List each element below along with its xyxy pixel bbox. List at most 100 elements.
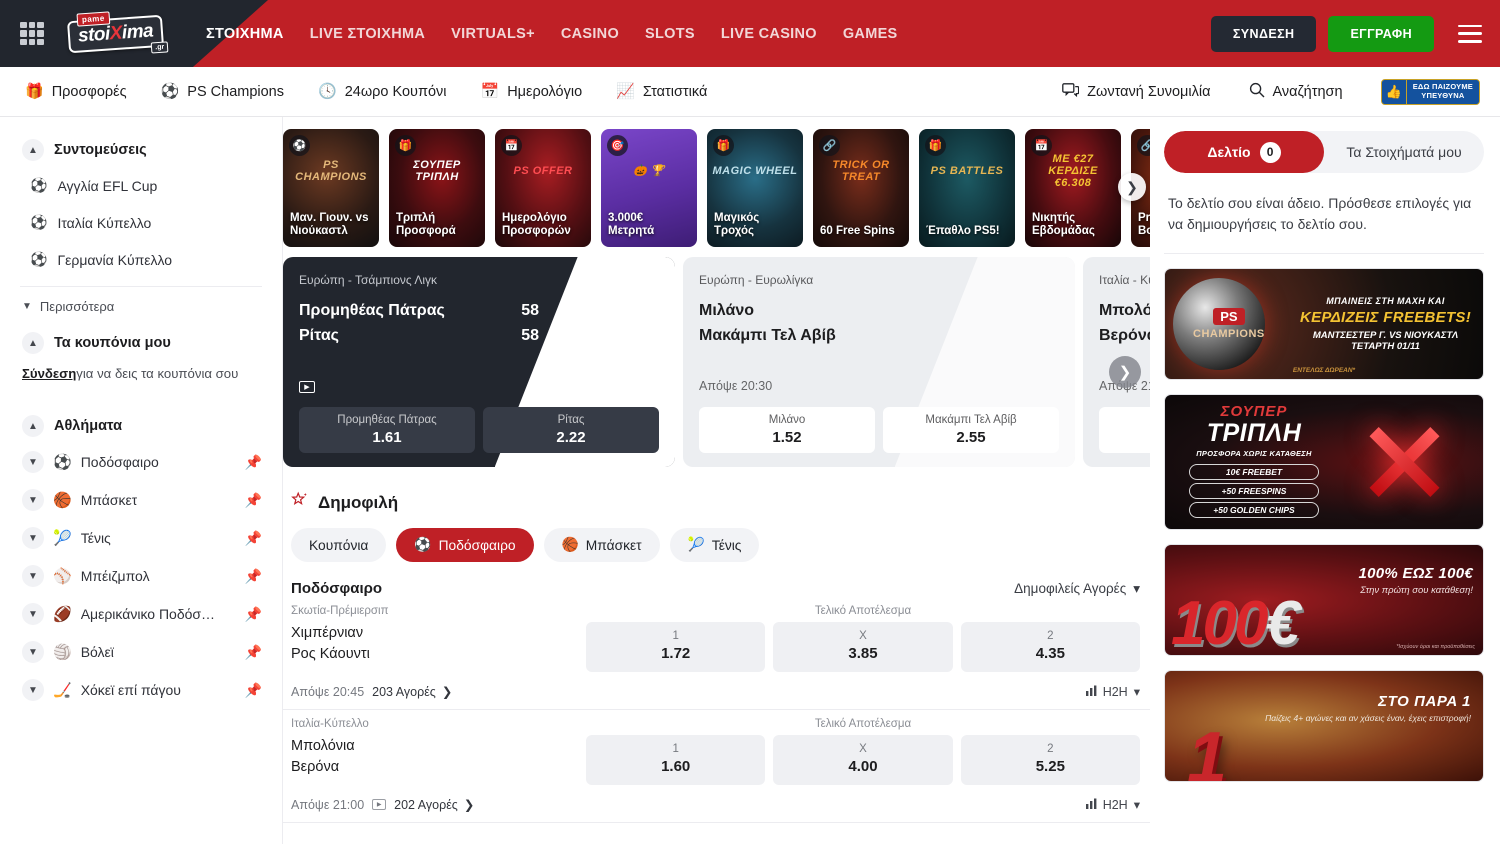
promo-tile-4[interactable]: 🎁MAGIC WHEELΜαγικός Τροχός [707,129,803,247]
card-team-row: Μιλάνο [699,299,1059,324]
banner-super-tripli[interactable]: ΣΟΥΠΕΡ ΤΡΙΠΛΗ ΠΡΟΣΦΟΡΑ ΧΩΡΙΣ ΚΑΤΑΘΕΣΗ 10… [1164,394,1484,530]
promo-tile-0[interactable]: ⚽PS CHAMPIONSΜαν. Γιουν. vs Νιούκαστλ [283,129,379,247]
popular-tab-3[interactable]: 🎾Τένις [670,528,760,562]
card-odd-button[interactable]: Μακάμπι Τελ Αβίβ2.55 [883,407,1059,453]
match-carousel-next-button[interactable]: ❯ [1109,356,1141,388]
promo-tile-3[interactable]: 🎯🎃 🏆3.000€ Μετρητά [601,129,697,247]
search-button[interactable]: Αναζήτηση [1249,82,1343,101]
welcome-bonus-amount: 100€ [1171,588,1297,656]
card-odd-button[interactable]: Ρίτας2.22 [483,407,659,453]
nav-item-4[interactable]: SLOTS [645,26,695,42]
nav-item-5[interactable]: LIVE CASINO [721,26,817,42]
coupons-section-header[interactable]: ▲ Τα κουπόνια μου [0,326,282,360]
chevron-right-icon[interactable]: ❯ [464,797,474,812]
card-odd-button[interactable]: 11.60 [1099,407,1150,453]
sidebar-sport-6[interactable]: ▼🏒Χόκεϊ επί πάγου📌 [0,671,282,709]
sidebar-sport-3[interactable]: ▼⚾Μπέιζμπολ📌 [0,557,282,595]
nav-item-2[interactable]: VIRTUALS+ [451,26,535,42]
chevron-down-icon[interactable]: ▼ [22,527,44,549]
chevron-down-icon[interactable]: ▼ [22,603,44,625]
hamburger-menu-icon[interactable] [1458,25,1482,43]
subnav-item-4[interactable]: 📈Στατιστικά [616,84,707,100]
tab-my-bets[interactable]: Τα Στοιχήματά μου [1324,131,1484,173]
markets-count[interactable]: 202 Αγορές [394,798,458,812]
nav-item-3[interactable]: CASINO [561,26,619,42]
match-teams[interactable]: Ιταλία-ΚύπελλοΜπολόνιαΒερόνα [291,718,586,778]
nav-item-0[interactable]: ΣΤΟΙΧΗΜΑ [206,26,284,42]
odd-button[interactable]: 11.72 [586,622,765,672]
markets-selector[interactable]: Δημοφιλείς Αγορές ▾ [1014,581,1140,597]
promo-tile-2[interactable]: 📅PS OFFERΗμερολόγιο Προσφορών [495,129,591,247]
subnav-item-3[interactable]: 📅Ημερολόγιο [481,84,583,100]
subnav-item-1[interactable]: ⚽PS Champions [161,84,284,100]
tv-stream-icon[interactable]: ▶ [372,799,386,810]
page-body: ▲ Συντομεύσεις ⚽Αγγλία EFL Cup⚽Ιταλία Κύ… [0,117,1500,844]
shortcuts-section-header[interactable]: ▲ Συντομεύσεις [0,133,282,167]
sports-section-header[interactable]: ▲ Αθλήματα [0,409,282,443]
signup-button[interactable]: ΕΓΓΡΑΦΗ [1328,16,1434,52]
featured-match-card-0[interactable]: Ευρώπη - Τσάμπιονς ΛιγκΠρομηθέας Πάτρας5… [283,257,675,467]
popular-tab-1[interactable]: ⚽Ποδόσφαιρο [396,528,533,562]
home-team: Χιμπέρνιαν [291,623,586,644]
h2h-button[interactable]: H2H▾ [1086,797,1140,812]
chevron-down-icon[interactable]: ▼ [22,679,44,701]
pin-icon[interactable]: 📌 [245,530,262,547]
banner-ps-champions[interactable]: PS CHAMPIONS ΜΠΑΙΝΕΙΣ ΣΤΗ ΜΑΧΗ ΚΑΙ ΚΕΡΔΙ… [1164,268,1484,380]
odd-button[interactable]: 24.35 [961,622,1140,672]
pin-icon[interactable]: 📌 [245,644,262,661]
promo-tile-1[interactable]: 🎁ΣΟΥΠΕΡ ΤΡΙΠΛΗΤριπλή Προσφορά [389,129,485,247]
chevron-right-icon[interactable]: ❯ [442,684,452,699]
sidebar-shortcut-2[interactable]: ⚽Γερμανία Κύπελλο [0,241,282,278]
odd-button[interactable]: 25.25 [961,735,1140,785]
shortcuts-more-button[interactable]: ▼ Περισσότερα [0,287,282,326]
banner-sto-para-1[interactable]: 1 ΣΤΟ ΠΑΡΑ 1 Παίζεις 4+ αγώνες και αν χά… [1164,670,1484,782]
card-odds-row: 11.60X4.00 [1099,407,1150,453]
popular-tab-0[interactable]: Κουπόνια [291,528,386,562]
match-teams[interactable]: Σκωτία-ΠρέμιερσιπΧιμπέρνιανΡος Κάουντι [291,605,586,665]
pin-icon[interactable]: 📌 [245,606,262,623]
odd-button[interactable]: X3.85 [773,622,952,672]
odd-button[interactable]: 11.60 [586,735,765,785]
tv-stream-icon[interactable]: ▶ [299,381,315,393]
banner-welcome-bonus[interactable]: 100€ 100% ΕΩΣ 100€ Στην πρώτη σου κατάθε… [1164,544,1484,656]
h2h-button[interactable]: H2H▾ [1086,684,1140,699]
pin-icon[interactable]: 📌 [245,682,262,699]
featured-match-card-1[interactable]: Ευρώπη - ΕυρωλίγκαΜιλάνοΜακάμπι Τελ Αβίβ… [683,257,1075,467]
odd-button[interactable]: X4.00 [773,735,952,785]
subnav-item-2[interactable]: 🕓24ωρο Κουπόνι [318,84,447,100]
nav-item-1[interactable]: LIVE ΣΤΟΙΧΗΜΑ [310,26,425,42]
chevron-down-icon[interactable]: ▼ [22,565,44,587]
apps-grid-icon[interactable] [20,22,44,46]
responsible-gaming-badge[interactable]: 👍 ΕΔΩ ΠΑΙΖΟΥΜΕ ΥΠΕΥΘΥΝΑ [1381,79,1480,105]
coupons-login-link[interactable]: Σύνδεση [22,366,76,381]
sidebar-sport-4[interactable]: ▼🏈Αμερικάνικο Ποδόσ…📌 [0,595,282,633]
chevron-down-icon[interactable]: ▼ [22,641,44,663]
chevron-down-icon[interactable]: ▼ [22,451,44,473]
sidebar-shortcut-1[interactable]: ⚽Ιταλία Κύπελλο [0,204,282,241]
promo-tile-7[interactable]: 📅ΜΕ €27 ΚΕΡΔΙΣΕ €6.308Νικητής Εβδομάδας [1025,129,1121,247]
promo-tile-5[interactable]: 🔗TRICK OR TREAT60 Free Spins [813,129,909,247]
login-button[interactable]: ΣΥΝΔΕΣΗ [1211,16,1317,52]
pin-icon[interactable]: 📌 [245,454,262,471]
tab-betslip[interactable]: Δελτίο 0 [1164,131,1324,173]
nav-item-6[interactable]: GAMES [843,26,898,42]
sidebar-sport-5[interactable]: ▼🏐Βόλεϊ📌 [0,633,282,671]
promo-tile-6[interactable]: 🎁PS BATTLESΈπαθλο PS5! [919,129,1015,247]
pin-icon[interactable]: 📌 [245,568,262,585]
live-chat-button[interactable]: Ζωντανή Συνομιλία [1062,83,1210,101]
promo-carousel-next-button[interactable]: ❯ [1118,173,1146,201]
sidebar-shortcut-0[interactable]: ⚽Αγγλία EFL Cup [0,167,282,204]
subnav-item-0[interactable]: 🎁Προσφορές [25,84,127,100]
markets-count[interactable]: 203 Αγορές [372,685,436,699]
pin-icon[interactable]: 📌 [245,492,262,509]
sidebar-sport-0[interactable]: ▼⚽Ποδόσφαιρο📌 [0,443,282,481]
popular-tab-2[interactable]: 🏀Μπάσκετ [544,528,660,562]
chevron-down-icon[interactable]: ▼ [22,489,44,511]
sidebar-sport-1[interactable]: ▼🏀Μπάσκετ📌 [0,481,282,519]
kickoff-time: Απόψε 21:00 [291,798,364,812]
site-logo[interactable]: pame stoiXima .gr [62,10,170,58]
sidebar-sport-2[interactable]: ▼🎾Τένις📌 [0,519,282,557]
stats-bars-icon [1086,798,1097,812]
card-odd-button[interactable]: Προμηθέας Πάτρας1.61 [299,407,475,453]
card-odd-button[interactable]: Μιλάνο1.52 [699,407,875,453]
